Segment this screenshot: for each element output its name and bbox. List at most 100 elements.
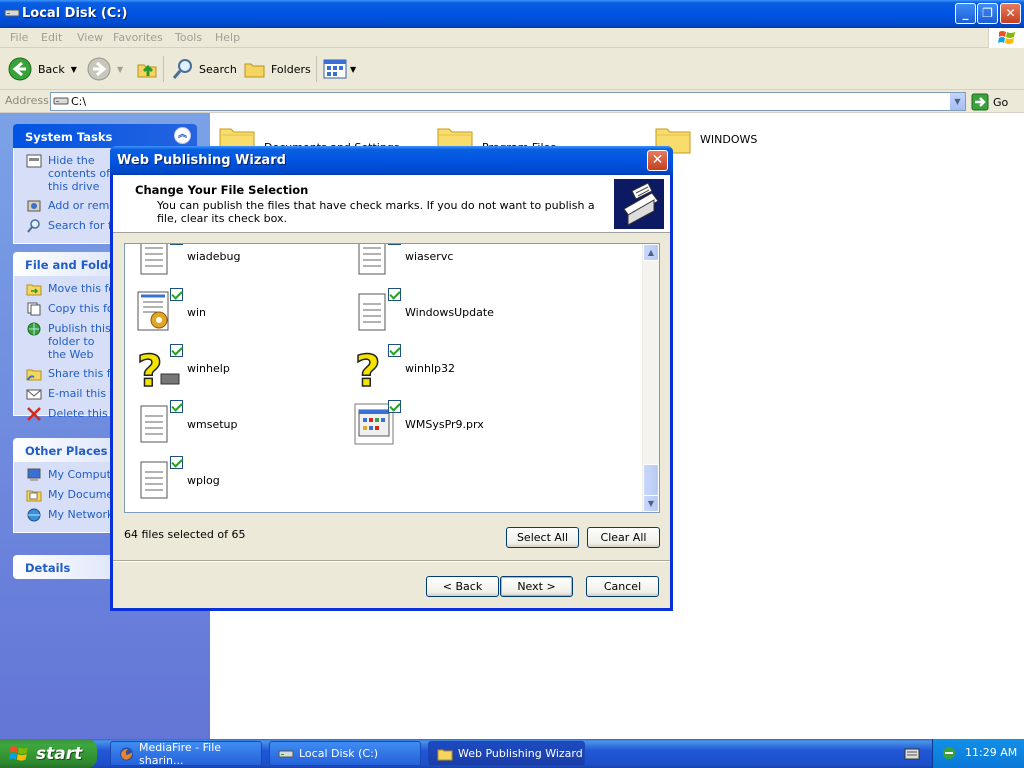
minimize-button[interactable]: _ bbox=[955, 3, 976, 24]
chevron-down-icon[interactable]: ▼ bbox=[117, 65, 123, 74]
web-publishing-wizard-dialog: Web Publishing Wizard ✕ Change Your File… bbox=[110, 146, 673, 611]
menu-edit[interactable]: Edit bbox=[41, 31, 62, 44]
views-button[interactable]: ▼ bbox=[323, 56, 356, 82]
address-dropdown-button[interactable]: ▼ bbox=[949, 93, 965, 110]
windows-flag-icon bbox=[988, 28, 1024, 48]
svg-text:?: ? bbox=[355, 346, 381, 392]
file-selection-list[interactable]: wiadebug wiaservc win WindowsUpdate ? wi… bbox=[124, 243, 660, 513]
back-button[interactable]: Back ▼ bbox=[8, 56, 77, 82]
network-tray-icon[interactable] bbox=[941, 745, 957, 761]
wizard-body: Change Your File Selection You can publi… bbox=[113, 175, 670, 608]
file-name: winhlp32 bbox=[405, 361, 456, 375]
taskbar-mediafire[interactable]: MediaFire - File sharin... bbox=[110, 741, 262, 767]
address-value: C:\ bbox=[71, 95, 87, 108]
folders-button[interactable]: Folders bbox=[243, 56, 311, 82]
go-label: Go bbox=[993, 95, 1009, 109]
file-name: wiadebug bbox=[187, 249, 241, 263]
file-item-windowsupdate[interactable]: WindowsUpdate bbox=[353, 288, 494, 336]
back-label: Back bbox=[38, 62, 65, 76]
system-tasks-title: System Tasks bbox=[25, 130, 113, 144]
file-checkbox[interactable] bbox=[388, 288, 401, 301]
clock: 11:29 AM bbox=[965, 746, 1018, 759]
address-input[interactable]: C:\ ▼ bbox=[50, 92, 966, 111]
firefox-icon bbox=[119, 746, 134, 761]
collapse-icon[interactable]: ︽ bbox=[174, 127, 191, 144]
selected-count-text: 64 files selected of 65 bbox=[124, 528, 246, 541]
back-arrow-icon bbox=[8, 57, 32, 81]
start-button[interactable]: start bbox=[0, 739, 97, 768]
file-item-wplog[interactable]: wplog bbox=[135, 456, 220, 504]
scroll-thumb[interactable] bbox=[643, 464, 659, 496]
file-checkbox[interactable] bbox=[170, 288, 183, 301]
notepad-icon bbox=[353, 288, 401, 336]
file-name: WMSysPr9.prx bbox=[405, 417, 484, 431]
up-folder-button[interactable] bbox=[135, 56, 159, 82]
file-item-wiaservc[interactable]: wiaservc bbox=[353, 244, 454, 280]
menu-file[interactable]: File bbox=[10, 31, 28, 44]
menu-help[interactable]: Help bbox=[215, 31, 240, 44]
views-icon bbox=[323, 59, 347, 79]
scroll-down-button[interactable]: ▼ bbox=[643, 495, 659, 512]
file-item-winhelp[interactable]: ? winhelp bbox=[135, 344, 230, 398]
file-item-win[interactable]: win bbox=[135, 288, 206, 336]
my-computer-icon bbox=[27, 468, 41, 481]
file-checkbox[interactable] bbox=[388, 400, 401, 413]
select-all-button[interactable]: Select All bbox=[506, 527, 579, 548]
file-checkbox[interactable] bbox=[388, 244, 401, 245]
file-checkbox[interactable] bbox=[170, 456, 183, 469]
clear-all-button[interactable]: Clear All bbox=[587, 527, 660, 548]
file-item-wmsetup[interactable]: wmsetup bbox=[135, 400, 237, 448]
file-name: wplog bbox=[187, 473, 220, 487]
chevron-down-icon[interactable]: ▼ bbox=[71, 65, 77, 74]
file-checkbox[interactable] bbox=[170, 400, 183, 413]
forward-button[interactable]: ▼ bbox=[87, 56, 123, 82]
window-titlebar[interactable]: Local Disk (C:) _ ❐ ✕ bbox=[0, 0, 1024, 28]
share-folder-icon bbox=[26, 369, 42, 381]
file-name: wiaservc bbox=[405, 249, 454, 263]
back-button[interactable]: < Back bbox=[426, 576, 499, 597]
other-places-title: Other Places bbox=[25, 444, 108, 458]
file-checkbox[interactable] bbox=[170, 344, 183, 357]
window-title: Local Disk (C:) bbox=[22, 6, 128, 21]
scroll-up-button[interactable]: ▲ bbox=[643, 244, 659, 261]
address-bar: Address C:\ ▼ Go bbox=[0, 90, 1024, 113]
menu-view[interactable]: View bbox=[77, 31, 103, 44]
system-tray: 11:29 AM bbox=[932, 739, 1024, 768]
file-item-wiadebug[interactable]: wiadebug bbox=[135, 244, 241, 280]
file-list-scrollbar[interactable]: ▲ ▼ bbox=[642, 244, 659, 512]
file-item-wmsyspr9[interactable]: WMSysPr9.prx bbox=[353, 400, 484, 448]
details-title: Details bbox=[25, 561, 71, 575]
maximize-button[interactable]: ❐ bbox=[977, 3, 998, 24]
folders-icon bbox=[244, 63, 265, 78]
wizard-header: Change Your File Selection You can publi… bbox=[113, 175, 670, 233]
folders-label: Folders bbox=[271, 62, 311, 76]
file-checkbox[interactable] bbox=[388, 344, 401, 357]
cancel-button[interactable]: Cancel bbox=[586, 576, 659, 597]
file-checkbox[interactable] bbox=[170, 244, 183, 245]
wizard-titlebar[interactable]: Web Publishing Wizard ✕ bbox=[110, 146, 673, 175]
close-button[interactable]: ✕ bbox=[1000, 3, 1021, 24]
file-name: winhelp bbox=[187, 361, 230, 375]
windows-logo-icon bbox=[9, 745, 28, 761]
my-documents-icon bbox=[26, 490, 42, 502]
menu-favorites[interactable]: Favorites bbox=[113, 31, 163, 44]
file-item-winhlp32[interactable]: ? winhlp32 bbox=[353, 344, 456, 398]
drive-icon bbox=[4, 9, 20, 17]
wizard-close-button[interactable]: ✕ bbox=[647, 150, 668, 171]
delete-x-icon bbox=[27, 407, 41, 421]
network-places-icon bbox=[27, 508, 41, 522]
wizard-step-title: Change Your File Selection bbox=[135, 183, 309, 197]
search-button[interactable]: Search bbox=[171, 56, 237, 82]
taskbar-local-disk[interactable]: Local Disk (C:) bbox=[269, 741, 421, 766]
next-button[interactable]: Next > bbox=[500, 576, 573, 597]
file-name: win bbox=[187, 305, 207, 319]
wizard-step-description: You can publish the files that have chec… bbox=[157, 199, 595, 225]
go-button[interactable]: Go bbox=[971, 93, 1008, 111]
wizard-title: Web Publishing Wizard bbox=[117, 153, 286, 168]
taskbar-web-publishing-wizard[interactable]: Web Publishing Wizard bbox=[428, 741, 585, 766]
system-tasks-header[interactable]: System Tasks ︽ bbox=[13, 124, 197, 148]
menu-tools[interactable]: Tools bbox=[175, 31, 202, 44]
email-icon bbox=[26, 389, 42, 400]
keyboard-icon[interactable] bbox=[904, 747, 920, 761]
taskbar: start MediaFire - File sharin... Local D… bbox=[0, 739, 1024, 768]
